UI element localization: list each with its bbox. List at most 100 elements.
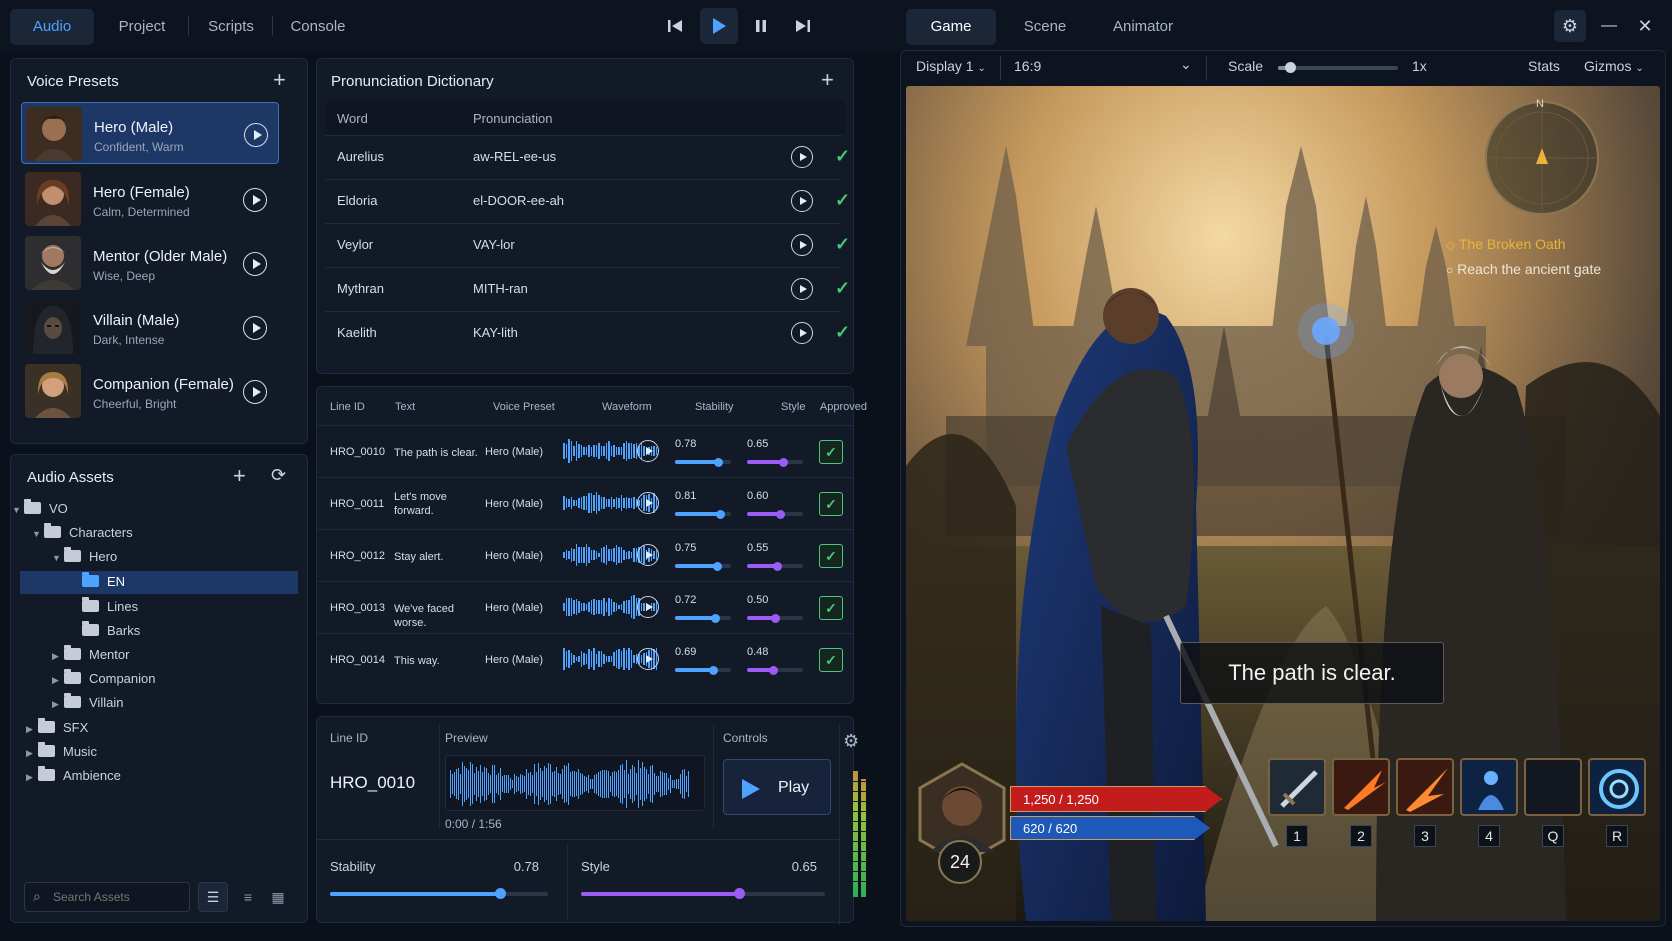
- ability-slot-strike[interactable]: [1396, 758, 1454, 816]
- search-assets-field[interactable]: ⌕: [24, 882, 190, 912]
- play-pronunciation-icon[interactable]: [791, 234, 813, 256]
- preview-play-button[interactable]: Play: [723, 759, 831, 815]
- ability-slot-empty[interactable]: [1524, 758, 1582, 816]
- dictionary-row[interactable]: Mythran MITH-ran ✓: [325, 267, 850, 309]
- stability-slider[interactable]: [675, 457, 731, 467]
- play-preview-icon[interactable]: [243, 316, 267, 340]
- add-word-button[interactable]: +: [821, 67, 834, 93]
- compact-list-icon[interactable]: ≡: [234, 882, 262, 912]
- add-asset-button[interactable]: +: [233, 463, 246, 489]
- ability-slot-sword[interactable]: [1268, 758, 1326, 816]
- dictionary-row[interactable]: Eldoria el-DOOR-ee-ah ✓: [325, 179, 850, 221]
- approved-checkbox[interactable]: ✓: [819, 648, 843, 672]
- approved-checkbox[interactable]: ✓: [819, 596, 843, 620]
- style-slider[interactable]: [581, 888, 825, 899]
- preset-hero-male[interactable]: Hero (Male) Confident, Warm: [21, 102, 279, 164]
- dictionary-row[interactable]: Veylor VAY-lor ✓: [325, 223, 850, 265]
- preset-villain-male[interactable]: Villain (Male) Dark, Intense: [21, 296, 279, 358]
- play-pronunciation-icon[interactable]: [791, 322, 813, 344]
- tree-item-sfx[interactable]: ▶ SFX: [26, 717, 88, 739]
- tree-item-music[interactable]: ▶ Music: [26, 741, 97, 763]
- play-line-icon[interactable]: [637, 648, 659, 670]
- stats-toggle[interactable]: Stats: [1528, 58, 1560, 74]
- play-line-icon[interactable]: [637, 492, 659, 514]
- play-line-icon[interactable]: [637, 596, 659, 618]
- line-row[interactable]: HRO_0011 Let's move forward. Hero (Male) 0.…: [317, 477, 853, 529]
- dictionary-row[interactable]: Aurelius aw-REL-ee-us ✓: [325, 135, 850, 177]
- settings-gear-icon[interactable]: ⚙: [843, 731, 859, 752]
- grid-view-icon[interactable]: ▦: [264, 882, 292, 912]
- tab-scene[interactable]: Scene: [1010, 9, 1080, 45]
- approved-checkbox[interactable]: ✓: [819, 440, 843, 464]
- play-preview-icon[interactable]: [243, 188, 267, 212]
- display-dropdown[interactable]: Display 1 ⌄: [916, 58, 986, 74]
- preset-name: Companion (Female): [93, 376, 234, 393]
- tab-audio[interactable]: Audio: [10, 9, 94, 45]
- tab-console[interactable]: Console: [280, 9, 356, 45]
- close-icon[interactable]: ✕: [1632, 12, 1658, 40]
- tab-project[interactable]: Project: [104, 9, 180, 45]
- play-preview-icon[interactable]: [244, 123, 268, 147]
- tree-item-characters[interactable]: ▼ Characters: [32, 522, 133, 544]
- chevron-down-icon[interactable]: ⌄: [1180, 56, 1192, 73]
- ability-slot-ultimate[interactable]: [1588, 758, 1646, 816]
- approved-checkbox[interactable]: ✓: [819, 492, 843, 516]
- settings-gear-icon[interactable]: ⚙: [1554, 10, 1586, 42]
- tab-scripts[interactable]: Scripts: [196, 9, 266, 45]
- tree-item-villain[interactable]: ▶ Villain: [52, 692, 123, 714]
- style-slider[interactable]: [747, 613, 803, 623]
- aspect-ratio-dropdown[interactable]: 16:9: [1014, 58, 1041, 74]
- ability-slot-shield[interactable]: [1460, 758, 1518, 816]
- gizmos-dropdown[interactable]: Gizmos ⌄: [1584, 58, 1644, 74]
- play-preview-icon[interactable]: [243, 380, 267, 404]
- stability-slider[interactable]: [675, 509, 731, 519]
- list-view-icon[interactable]: ☰: [198, 882, 228, 912]
- play-line-icon[interactable]: [637, 544, 659, 566]
- tree-item-ambience[interactable]: ▶ Ambience: [26, 765, 121, 787]
- pause-icon[interactable]: [746, 12, 776, 40]
- play-pronunciation-icon[interactable]: [791, 146, 813, 168]
- stability-slider[interactable]: [330, 888, 548, 899]
- style-slider[interactable]: [747, 665, 803, 675]
- play-pronunciation-icon[interactable]: [791, 278, 813, 300]
- minimize-icon[interactable]: —: [1598, 12, 1620, 40]
- preset-mentor-older-male[interactable]: Mentor (Older Male) Wise, Deep: [21, 232, 279, 294]
- search-input[interactable]: [53, 887, 183, 907]
- line-id: HRO_0012: [330, 550, 386, 562]
- skip-back-icon[interactable]: [660, 12, 690, 40]
- play-line-icon[interactable]: [637, 440, 659, 462]
- tab-game[interactable]: Game: [906, 9, 996, 45]
- style-slider[interactable]: [747, 457, 803, 467]
- preset-hero-female[interactable]: Hero (Female) Calm, Determined: [21, 168, 279, 230]
- tree-item-barks[interactable]: Barks: [82, 620, 140, 642]
- tree-item-en[interactable]: EN: [82, 571, 125, 593]
- tree-item-companion[interactable]: ▶ Companion: [52, 668, 156, 690]
- scale-slider[interactable]: [1278, 62, 1398, 73]
- refresh-icon[interactable]: ⟳: [271, 465, 286, 486]
- minimap-compass[interactable]: N: [1482, 98, 1602, 218]
- preview-waveform[interactable]: [445, 755, 705, 811]
- approved-checkbox[interactable]: ✓: [819, 544, 843, 568]
- line-row[interactable]: HRO_0014 This way. Hero (Male) 0.69 0.48 ✓: [317, 633, 853, 685]
- style-slider[interactable]: [747, 509, 803, 519]
- add-preset-button[interactable]: +: [273, 67, 286, 93]
- tree-item-mentor[interactable]: ▶ Mentor: [52, 644, 129, 666]
- stability-slider[interactable]: [675, 613, 731, 623]
- tree-item-lines[interactable]: Lines: [82, 596, 138, 618]
- preset-companion-female[interactable]: Companion (Female) Cheerful, Bright: [21, 360, 279, 422]
- tree-item-hero[interactable]: ▼ Hero: [52, 546, 117, 568]
- stability-slider[interactable]: [675, 561, 731, 571]
- line-row[interactable]: HRO_0012 Stay alert. Hero (Male) 0.75 0.55 ✓: [317, 529, 853, 581]
- play-pronunciation-icon[interactable]: [791, 190, 813, 212]
- play-icon[interactable]: [700, 8, 738, 44]
- line-row[interactable]: HRO_0013 We've faced worse. Hero (Male) 0.7…: [317, 581, 853, 633]
- line-row[interactable]: HRO_0010 The path is clear. Hero (Male) 0.7…: [317, 425, 853, 477]
- skip-forward-icon[interactable]: [788, 12, 818, 40]
- ability-slot-slash[interactable]: [1332, 758, 1390, 816]
- stability-slider[interactable]: [675, 665, 731, 675]
- tab-animator[interactable]: Animator: [1098, 9, 1188, 45]
- dictionary-row[interactable]: Kaelith KAY-lith ✓: [325, 311, 850, 353]
- tree-item-vo[interactable]: ▼ VO: [12, 498, 68, 520]
- style-slider[interactable]: [747, 561, 803, 571]
- play-preview-icon[interactable]: [243, 252, 267, 276]
